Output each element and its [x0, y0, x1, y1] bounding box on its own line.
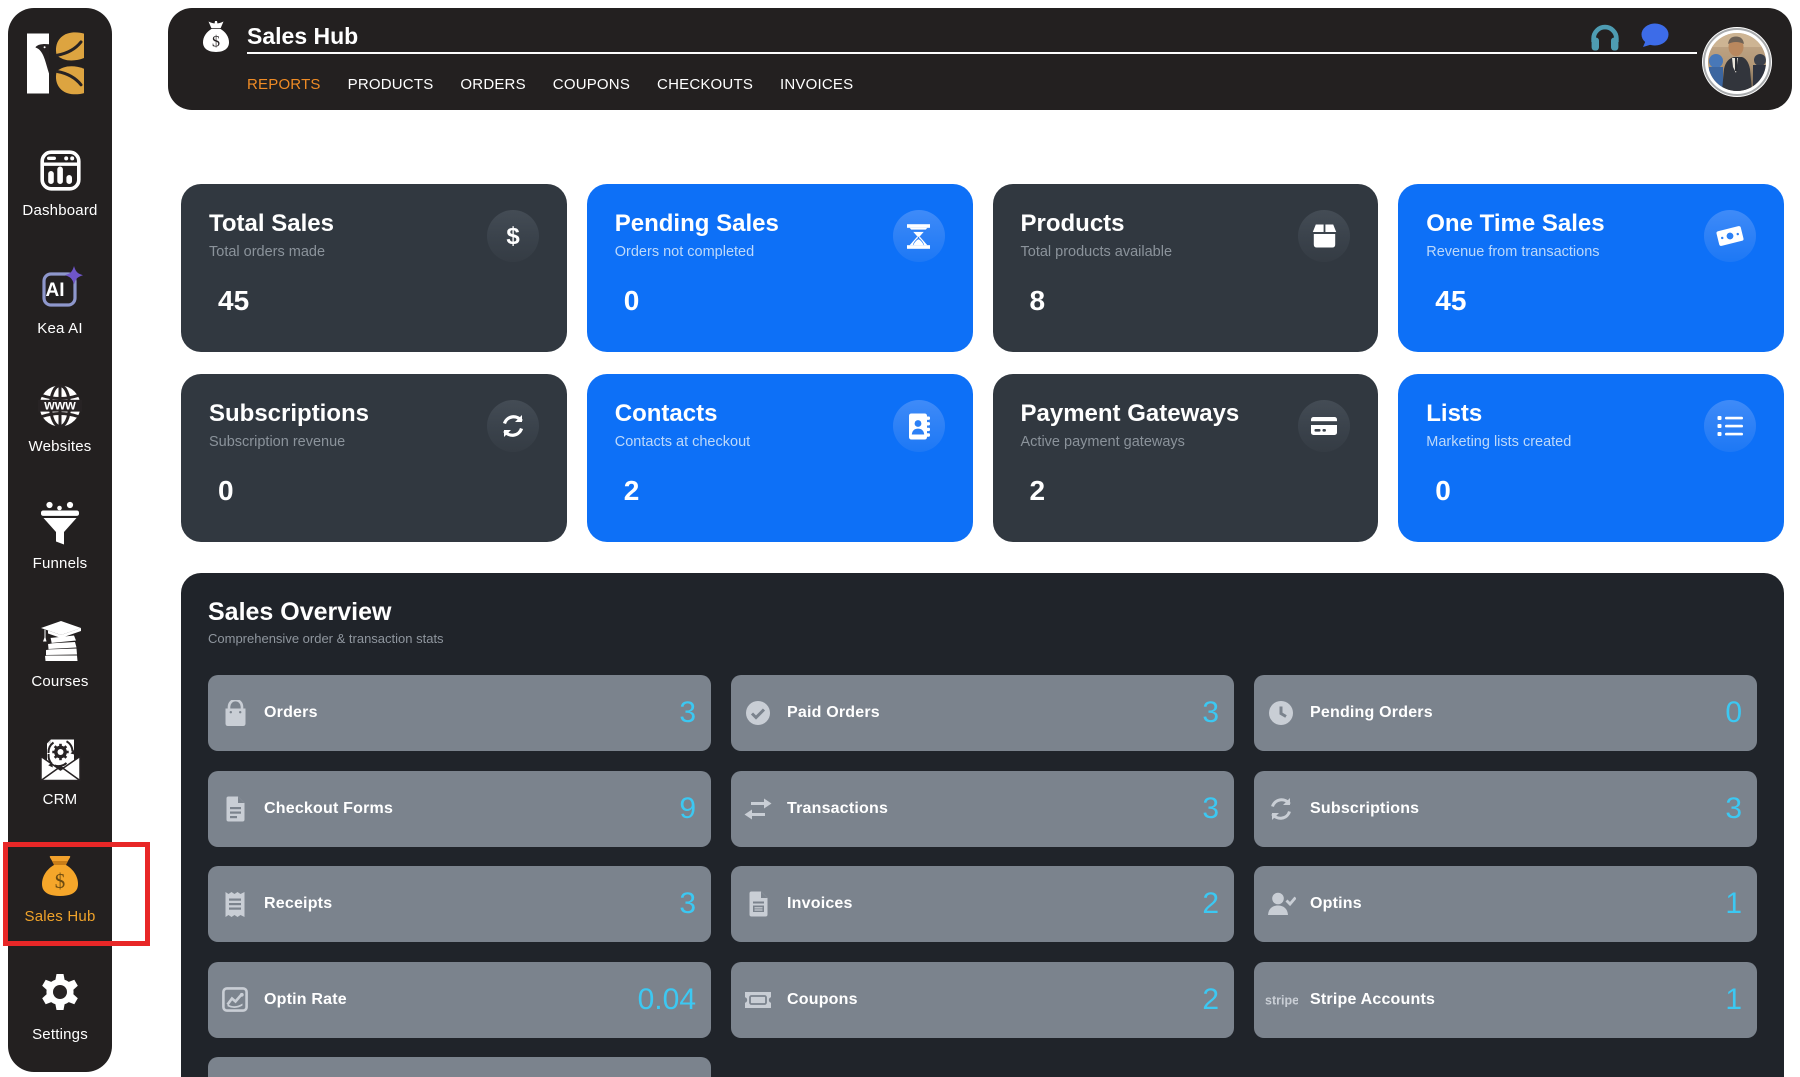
svg-text:$: $ [506, 223, 520, 249]
svg-text:AI: AI [46, 280, 65, 301]
svg-text:www: www [43, 398, 76, 413]
svg-text:$: $ [212, 34, 220, 51]
svg-text:stripe: stripe [1265, 993, 1298, 1007]
